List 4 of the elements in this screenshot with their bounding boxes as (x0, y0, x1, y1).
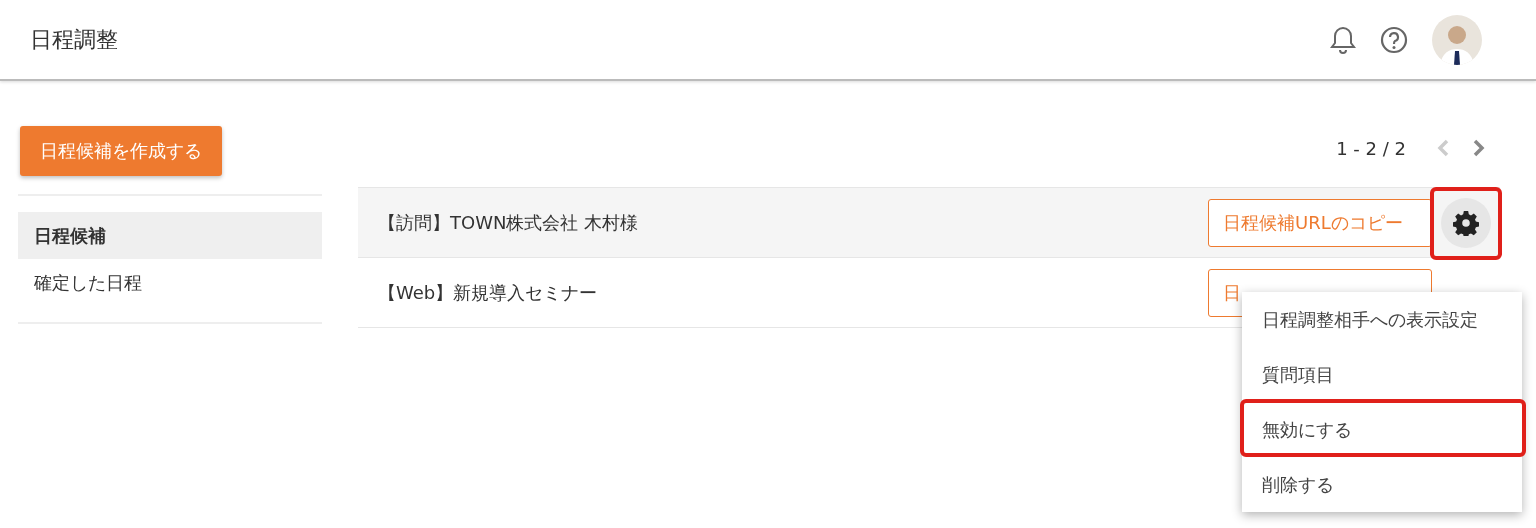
page-title: 日程調整 (30, 25, 119, 54)
pagination-range: 1 - 2 / 2 (1336, 137, 1406, 159)
row-title: 【訪問】TOWN株式会社 木村様 (378, 210, 640, 235)
row-title: 【Web】新規導入セミナー (378, 280, 599, 305)
